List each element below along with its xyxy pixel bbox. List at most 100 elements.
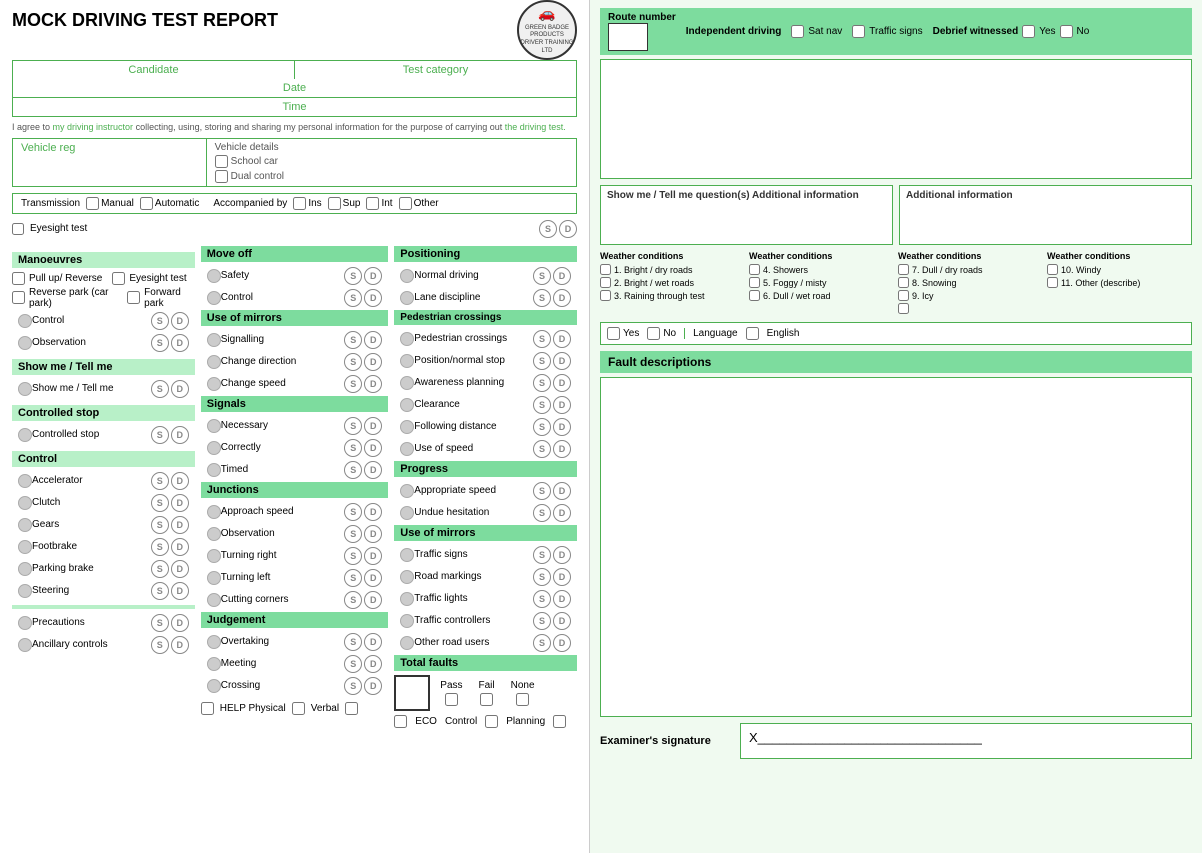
weather-8-checkbox[interactable]	[898, 277, 909, 288]
change-direction-d[interactable]: D	[364, 353, 382, 371]
signalling-s[interactable]: S	[344, 331, 362, 349]
steering-d[interactable]: D	[171, 582, 189, 600]
precautions-s[interactable]: S	[151, 614, 169, 632]
weather-11-checkbox[interactable]	[1047, 277, 1058, 288]
accelerator-s[interactable]: S	[151, 472, 169, 490]
fault-area[interactable]	[600, 377, 1192, 717]
other-road-users-d[interactable]: D	[553, 634, 571, 652]
cutting-corners-d[interactable]: D	[364, 591, 382, 609]
parking-brake-s[interactable]: S	[151, 560, 169, 578]
controlled-stop-s[interactable]: S	[151, 426, 169, 444]
appropriate-speed-s[interactable]: S	[533, 482, 551, 500]
gears-s[interactable]: S	[151, 516, 169, 534]
eyesight-checkbox[interactable]	[12, 223, 24, 235]
necessary-d[interactable]: D	[364, 417, 382, 435]
clearance-d[interactable]: D	[553, 396, 571, 414]
change-speed-d[interactable]: D	[364, 375, 382, 393]
undue-hesitation-s[interactable]: S	[533, 504, 551, 522]
other-road-users-s[interactable]: S	[533, 634, 551, 652]
weather-1-checkbox[interactable]	[600, 264, 611, 275]
position-normal-stop-d[interactable]: D	[553, 352, 571, 370]
observation-manoeuvre-d[interactable]: D	[171, 334, 189, 352]
fail-checkbox[interactable]	[480, 693, 493, 706]
normal-driving-s[interactable]: S	[533, 267, 551, 285]
position-normal-stop-s[interactable]: S	[533, 352, 551, 370]
control-eco-checkbox[interactable]	[485, 715, 498, 728]
debrief-no-checkbox[interactable]	[1060, 25, 1073, 38]
meeting-s[interactable]: S	[344, 655, 362, 673]
yes-label[interactable]: Yes	[607, 327, 639, 340]
sup-checkbox[interactable]: Sup	[328, 197, 361, 210]
eyesight-d-button[interactable]: D	[559, 220, 577, 238]
eco-checkbox[interactable]	[394, 715, 407, 728]
notes-area[interactable]	[600, 59, 1192, 179]
help-extra-checkbox[interactable]	[345, 702, 358, 715]
safety-s[interactable]: S	[344, 267, 362, 285]
timed-s[interactable]: S	[344, 461, 362, 479]
awareness-planning-s[interactable]: S	[533, 374, 551, 392]
road-markings-s[interactable]: S	[533, 568, 551, 586]
turning-left-d[interactable]: D	[364, 569, 382, 587]
correctly-d[interactable]: D	[364, 439, 382, 457]
lane-discipline-s[interactable]: S	[533, 289, 551, 307]
manual-checkbox[interactable]: Manual	[86, 197, 134, 210]
traffic-lights-d[interactable]: D	[553, 590, 571, 608]
traffic-controllers-d[interactable]: D	[553, 612, 571, 630]
change-speed-s[interactable]: S	[344, 375, 362, 393]
change-direction-s[interactable]: S	[344, 353, 362, 371]
move-off-control-d[interactable]: D	[364, 289, 382, 307]
traffic-controllers-s[interactable]: S	[533, 612, 551, 630]
overtaking-s[interactable]: S	[344, 633, 362, 651]
approach-speed-s[interactable]: S	[344, 503, 362, 521]
footbrake-s[interactable]: S	[151, 538, 169, 556]
eyesight-test2-checkbox[interactable]	[112, 272, 125, 285]
weather-6-checkbox[interactable]	[749, 290, 760, 301]
clutch-d[interactable]: D	[171, 494, 189, 512]
verbal-checkbox[interactable]	[292, 702, 305, 715]
timed-d[interactable]: D	[364, 461, 382, 479]
signalling-d[interactable]: D	[364, 331, 382, 349]
planning-checkbox[interactable]	[553, 715, 566, 728]
pull-up-checkbox[interactable]	[12, 272, 25, 285]
reverse-park-checkbox[interactable]	[12, 291, 25, 304]
undue-hesitation-d[interactable]: D	[553, 504, 571, 522]
traffic-signs-checkbox[interactable]	[852, 25, 865, 38]
weather-10-checkbox[interactable]	[1047, 264, 1058, 275]
int-checkbox[interactable]: Int	[366, 197, 392, 210]
clearance-s[interactable]: S	[533, 396, 551, 414]
approach-speed-d[interactable]: D	[364, 503, 382, 521]
show-me-s[interactable]: S	[151, 380, 169, 398]
parking-brake-d[interactable]: D	[171, 560, 189, 578]
weather-3-checkbox[interactable]	[600, 290, 611, 301]
weather-4-checkbox[interactable]	[749, 264, 760, 275]
ins-checkbox[interactable]: Ins	[293, 197, 321, 210]
correctly-s[interactable]: S	[344, 439, 362, 457]
ped-crossings-d[interactable]: D	[553, 330, 571, 348]
forward-park-checkbox[interactable]	[127, 291, 140, 304]
turning-right-s[interactable]: S	[344, 547, 362, 565]
crossing-d[interactable]: D	[364, 677, 382, 695]
english-checkbox[interactable]	[746, 327, 759, 340]
no-label[interactable]: No	[647, 327, 676, 340]
help-physical-checkbox[interactable]	[201, 702, 214, 715]
normal-driving-d[interactable]: D	[553, 267, 571, 285]
lane-discipline-d[interactable]: D	[553, 289, 571, 307]
move-off-control-s[interactable]: S	[344, 289, 362, 307]
lang-yes-checkbox[interactable]	[607, 327, 620, 340]
cutting-corners-s[interactable]: S	[344, 591, 362, 609]
other-checkbox[interactable]: Other	[399, 197, 439, 210]
traffic-signs-s[interactable]: S	[533, 546, 551, 564]
control-manoeuvre-s[interactable]: S	[151, 312, 169, 330]
observation-junction-s[interactable]: S	[344, 525, 362, 543]
traffic-lights-s[interactable]: S	[533, 590, 551, 608]
lang-no-checkbox[interactable]	[647, 327, 660, 340]
meeting-d[interactable]: D	[364, 655, 382, 673]
school-car-checkbox[interactable]: School car	[215, 155, 568, 168]
weather-9-checkbox[interactable]	[898, 290, 909, 301]
following-distance-s[interactable]: S	[533, 418, 551, 436]
weather-2-checkbox[interactable]	[600, 277, 611, 288]
automatic-checkbox[interactable]: Automatic	[140, 197, 199, 210]
none-checkbox[interactable]	[516, 693, 529, 706]
pass-checkbox[interactable]	[445, 693, 458, 706]
observation-manoeuvre-s[interactable]: S	[151, 334, 169, 352]
